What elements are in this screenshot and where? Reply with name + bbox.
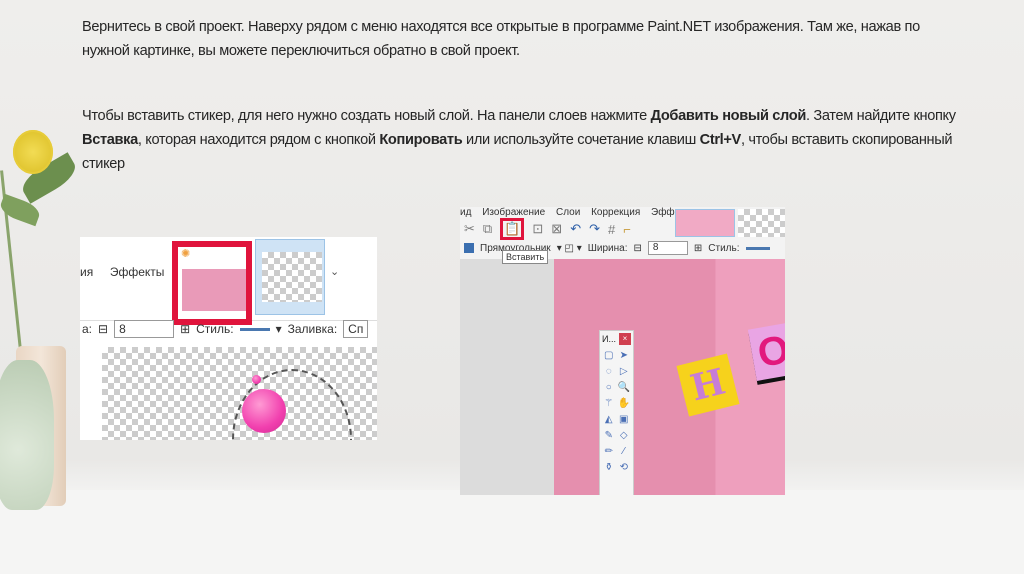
vase xyxy=(0,360,54,510)
stickers-thumbnail xyxy=(262,252,322,302)
fill-select[interactable]: Сп xyxy=(343,320,369,338)
width-select[interactable]: 8 xyxy=(647,241,688,255)
edit-toolbar: ✂ ⧉ 📋 ⊡ ⊠ ↶ ↷ # ⌐ xyxy=(460,218,631,240)
pink-ball-small xyxy=(252,375,261,384)
image-tab-project-highlighted[interactable]: ✺ xyxy=(172,241,252,325)
canvas-transparent[interactable] xyxy=(102,347,377,440)
screenshot-image-tabs: ия Эффекты ✺ ⌄ а: ⊟ 8 ⊞ Стиль: ▾ Заливка… xyxy=(80,237,377,440)
width-label: Ширина: xyxy=(587,242,628,254)
screenshot-paste-button: ид Изображение Слои Коррекция Эффекты ✂ … xyxy=(460,207,785,495)
crop-icon[interactable]: ⊡ xyxy=(532,221,543,237)
menu-item-effects[interactable]: Эффекты xyxy=(110,265,165,279)
instruction-paragraph-1: Вернитесь в свой проект. Наверху рядом с… xyxy=(82,19,920,59)
canvas-pink-image[interactable] xyxy=(554,259,785,495)
tools-panel-title: И... xyxy=(602,334,616,344)
menu-item[interactable]: ия xyxy=(80,265,93,279)
minus-icon[interactable]: ⊟ xyxy=(634,243,642,254)
zoom-icon[interactable]: 🔍 xyxy=(618,382,630,393)
deselect-icon[interactable]: ⊠ xyxy=(551,221,562,237)
image-tab-project[interactable] xyxy=(675,209,735,237)
dropdown-icon[interactable]: ▾ xyxy=(276,322,282,336)
ellipse-select-icon[interactable]: ○ xyxy=(603,382,615,393)
paint-bucket-icon[interactable]: ◭ xyxy=(603,414,615,425)
magic-wand-icon[interactable]: ⚚ xyxy=(603,398,615,409)
close-icon[interactable]: × xyxy=(619,333,631,345)
pencil-icon[interactable]: ✏ xyxy=(603,446,615,457)
image-tab-stickers[interactable] xyxy=(255,239,325,315)
text: , которая находится рядом с кнопкой xyxy=(137,132,380,148)
yellow-flower xyxy=(13,130,53,174)
menu-bar[interactable]: ид Изображение Слои Коррекция Эффекты xyxy=(460,207,696,218)
line-style-select[interactable] xyxy=(745,246,770,250)
recolor-icon[interactable]: ⟲ xyxy=(618,462,630,473)
bold-text: Копировать xyxy=(379,132,463,148)
fill-label: Заливка: xyxy=(287,322,338,336)
style-label: Стиль: xyxy=(708,242,740,254)
eraser-icon[interactable]: ◇ xyxy=(618,430,630,441)
pan-icon[interactable]: ✋ xyxy=(618,398,630,409)
unsaved-sun-icon: ✺ xyxy=(181,248,191,260)
bold-text: Ctrl+V xyxy=(699,132,742,148)
project-thumbnail xyxy=(182,269,246,311)
bold-text: Добавить новый слой xyxy=(650,108,807,124)
plus-icon[interactable]: ⊞ xyxy=(180,322,190,336)
rectangle-icon xyxy=(464,243,474,253)
text: . Затем найдите кнопку xyxy=(805,108,956,124)
clone-stamp-icon[interactable]: ⚱ xyxy=(603,462,615,473)
text: или используйте сочетание клавиш xyxy=(462,132,700,148)
lasso-icon[interactable]: ◌ xyxy=(603,366,615,377)
line-style-select[interactable] xyxy=(239,327,270,331)
image-tab-stickers[interactable] xyxy=(738,209,785,237)
toolbar-row: а: ⊟ 8 ⊞ Стиль: ▾ Заливка: Сп xyxy=(80,317,377,341)
paste-icon[interactable]: 📋 xyxy=(500,218,525,240)
text: Чтобы вставить стикер, для него нужно со… xyxy=(82,108,651,124)
style-label: Стиль: xyxy=(196,322,234,336)
bold-text: Вставка xyxy=(82,132,138,148)
undo-icon[interactable]: ↶ xyxy=(570,221,581,237)
color-picker-icon[interactable]: ⁄ xyxy=(618,446,630,457)
shelf xyxy=(0,490,1024,574)
minus-icon[interactable]: ⊟ xyxy=(98,322,108,336)
menu-bar: ия Эффекты xyxy=(80,265,164,279)
cut-icon[interactable]: ✂ xyxy=(464,221,475,237)
chevron-down-icon[interactable]: ⌄ xyxy=(330,265,339,278)
grid-icon[interactable]: # xyxy=(608,222,615,237)
ruler-icon[interactable]: ⌐ xyxy=(623,222,631,237)
move-selected-icon[interactable]: ▷ xyxy=(618,366,630,377)
dropdown-icon[interactable]: ▾ ◰ ▾ xyxy=(557,243,582,254)
width-label: а: xyxy=(82,322,93,336)
width-select[interactable]: 8 xyxy=(114,320,175,338)
paste-tooltip: Вставить xyxy=(502,250,549,264)
rectangle-select-icon[interactable]: ▢ xyxy=(603,350,615,361)
gradient-icon[interactable]: ▣ xyxy=(618,414,630,425)
paintbrush-icon[interactable]: ✎ xyxy=(603,430,615,441)
instruction-paragraph-2: Чтобы вставить стикер, для него нужно со… xyxy=(82,104,962,176)
copy-icon[interactable]: ⧉ xyxy=(483,221,492,237)
pink-ball-sticker xyxy=(242,389,286,433)
plus-icon[interactable]: ⊞ xyxy=(694,243,702,254)
redo-icon[interactable]: ↷ xyxy=(589,221,600,237)
tools-panel: И... × ▢ ➤ ◌ ▷ ○ 🔍 ⚚ ✋ ◭ ▣ ✎ ◇ ✏ ⁄ ⚱ ⟲ xyxy=(599,330,634,495)
move-selection-icon[interactable]: ➤ xyxy=(618,350,630,361)
